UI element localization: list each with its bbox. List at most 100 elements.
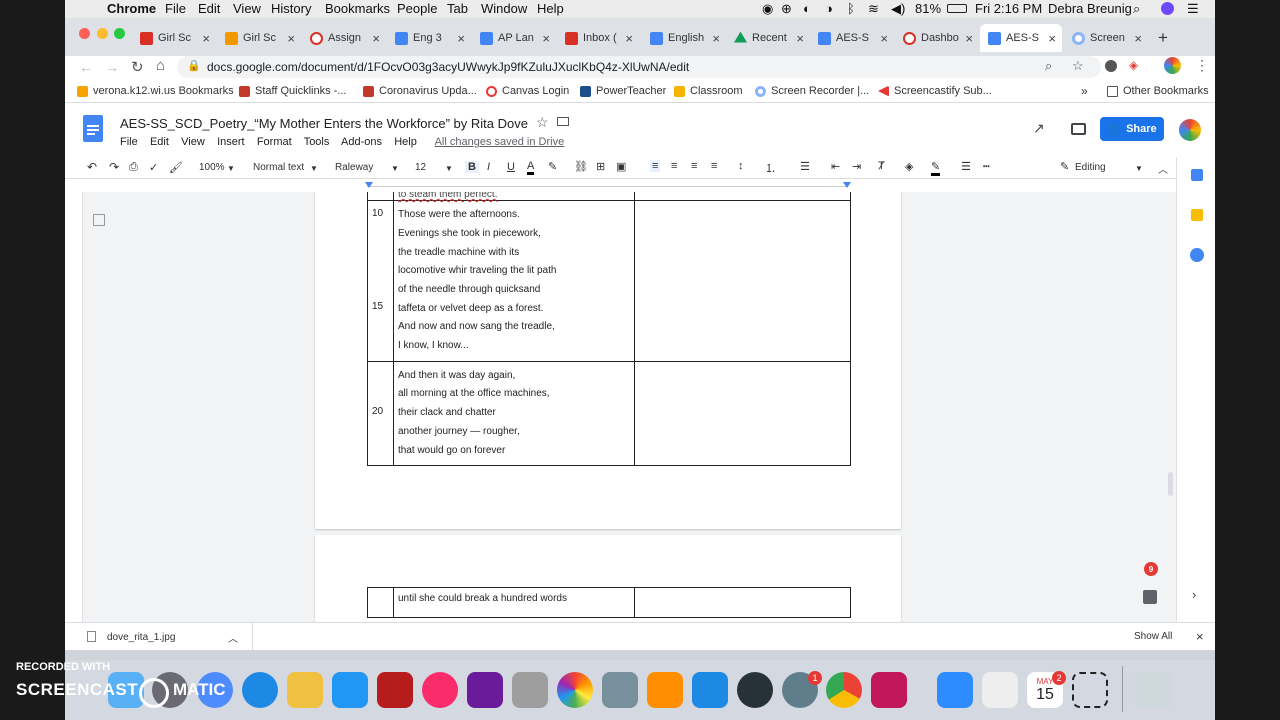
text-color-button[interactable]: A [527, 160, 535, 175]
tab-12-close-icon[interactable]: × [1134, 31, 1142, 46]
size-chevron-icon[interactable]: ▼ [445, 164, 453, 173]
menubar-view[interactable]: View [233, 1, 261, 16]
account-avatar[interactable] [1179, 119, 1201, 141]
bulleted-list-icon[interactable]: ☰ [800, 160, 810, 173]
profile-avatar[interactable] [1164, 57, 1181, 74]
tab-12[interactable]: Screen × [1072, 24, 1142, 52]
line-spacing-icon[interactable]: ↕ [738, 160, 744, 172]
clear-formatting-icon[interactable]: Ⱦ [878, 160, 885, 172]
expand-panel-icon[interactable]: › [1192, 587, 1196, 602]
editing-mode-icon[interactable]: ✎ [1060, 160, 1069, 173]
battery-icon[interactable] [947, 4, 967, 13]
calculator-icon[interactable] [512, 672, 548, 708]
home-icon[interactable]: ⌂ [156, 57, 165, 74]
menu-edit[interactable]: Edit [150, 136, 169, 148]
quicktime-icon[interactable] [737, 672, 773, 708]
annotation-cell-1[interactable] [634, 200, 851, 362]
bookmark-8[interactable]: Screencastify Sub... [878, 85, 992, 97]
tab-9[interactable]: AES-S × [818, 24, 888, 52]
forward-icon[interactable]: → [105, 59, 119, 75]
page-1[interactable]: to steam them perfect. 10 15 Those were … [315, 192, 901, 529]
comments-icon[interactable] [1071, 123, 1086, 135]
fill-color-icon[interactable]: ◈ [905, 160, 913, 173]
tab-6-close-icon[interactable]: × [625, 31, 633, 46]
trash-icon[interactable] [1135, 672, 1171, 708]
tab-5-close-icon[interactable]: × [542, 31, 550, 46]
increase-indent-icon[interactable]: ⇥ [852, 160, 861, 173]
link-icon[interactable]: ⛓ [574, 160, 588, 173]
bluetooth-icon[interactable]: ᛒ [847, 1, 855, 16]
status-icon-2[interactable]: ◑ [825, 1, 833, 16]
menubar-help[interactable]: Help [537, 1, 564, 16]
download-filename[interactable]: dove_rita_1.jpg [107, 632, 175, 643]
left-indent-marker[interactable] [365, 182, 373, 188]
menubar-history[interactable]: History [271, 1, 311, 16]
bookmark-3[interactable]: Coronavirus Upda... [363, 85, 477, 97]
comment-add-icon[interactable]: ⊞ [596, 160, 605, 173]
border-color-icon[interactable]: ✎ [931, 160, 941, 176]
doc-title[interactable]: AES-SS_SCD_Poetry_“My Mother Enters the … [120, 116, 528, 131]
redo-icon[interactable]: ↷ [109, 160, 119, 174]
highlight-icon[interactable]: ✎ [548, 160, 557, 173]
tab-2[interactable]: Girl Sc × [225, 24, 295, 52]
menu-file[interactable]: File [120, 136, 138, 148]
calendar-icon[interactable] [1191, 169, 1203, 181]
tab-4-close-icon[interactable]: × [457, 31, 465, 46]
document-canvas[interactable]: to steam them perfect. 10 15 Those were … [65, 192, 1176, 622]
status-icon-1[interactable]: ◐ [803, 1, 811, 16]
bookmarks-overflow-icon[interactable]: » [1081, 84, 1088, 98]
other-bookmarks[interactable]: Other Bookmarks [1107, 85, 1209, 97]
move-folder-icon[interactable] [557, 117, 569, 126]
vertical-ruler[interactable] [65, 192, 83, 622]
lock-icon[interactable]: 🔒 [187, 59, 201, 72]
lock-status-icon[interactable]: ⊕ [781, 1, 792, 17]
zoom-app-icon[interactable] [937, 672, 973, 708]
tab-1[interactable]: Girl Sc × [140, 24, 210, 52]
menubar-edit[interactable]: Edit [198, 1, 220, 16]
tab-6[interactable]: Inbox (× [565, 24, 633, 52]
image-icon[interactable]: ▣ [616, 160, 626, 173]
photo-booth-icon[interactable] [377, 672, 413, 708]
music-icon[interactable] [422, 672, 458, 708]
volume-icon[interactable]: ◀) [891, 1, 905, 17]
font-size-select[interactable]: 12 [415, 162, 426, 173]
bookmark-7[interactable]: Screen Recorder |... [755, 85, 869, 97]
mode-chevron-icon[interactable]: ▼ [1135, 164, 1143, 173]
keynote-icon[interactable] [332, 672, 368, 708]
menubar-app[interactable]: Chrome [107, 1, 156, 16]
siri-icon[interactable] [1161, 2, 1174, 15]
bookmark-star-icon[interactable]: ☆ [1072, 58, 1084, 74]
tab-3-close-icon[interactable]: × [372, 31, 380, 46]
user-name[interactable]: Debra Breunig [1048, 1, 1132, 16]
decrease-indent-icon[interactable]: ⇤ [831, 160, 840, 173]
right-indent-marker[interactable] [843, 182, 851, 188]
menubar-window[interactable]: Window [481, 1, 527, 16]
zoom-lens-icon[interactable]: ⌕ [1045, 58, 1052, 74]
notes-app-icon[interactable] [287, 672, 323, 708]
record-icon[interactable]: ◉ [762, 1, 773, 17]
tab-5[interactable]: AP Lan × [480, 24, 550, 52]
zoom-select[interactable]: 100% [199, 162, 225, 173]
books-icon[interactable] [647, 672, 683, 708]
bold-button[interactable]: B [465, 161, 479, 173]
activity-icon[interactable]: ↗ [1033, 120, 1045, 137]
tab-11-active[interactable]: AES-S × [980, 24, 1062, 52]
menu-view[interactable]: View [181, 136, 205, 148]
tab-8-close-icon[interactable]: × [796, 31, 804, 46]
tab-2-close-icon[interactable]: × [287, 31, 295, 46]
minimize-window-button[interactable] [97, 28, 108, 39]
clock[interactable]: Fri 2:16 PM [975, 1, 1042, 16]
tab-4[interactable]: Eng 3 × [395, 24, 465, 52]
annotation-cell-2[interactable] [634, 361, 851, 466]
new-tab-icon[interactable]: + [1158, 28, 1168, 48]
tab-10[interactable]: Dashbo × [903, 24, 973, 52]
zoom-chevron-icon[interactable]: ▼ [227, 164, 235, 173]
page-2[interactable]: until she could break a hundred words [315, 535, 901, 622]
scrollbar-thumb[interactable] [1168, 472, 1173, 496]
menu-help[interactable]: Help [394, 136, 417, 148]
imovie-icon[interactable] [467, 672, 503, 708]
tab-3[interactable]: Assign × [310, 24, 380, 52]
tab-1-close-icon[interactable]: × [202, 31, 210, 46]
docs-logo-icon[interactable] [83, 115, 103, 142]
font-select[interactable]: Raleway [335, 162, 373, 173]
